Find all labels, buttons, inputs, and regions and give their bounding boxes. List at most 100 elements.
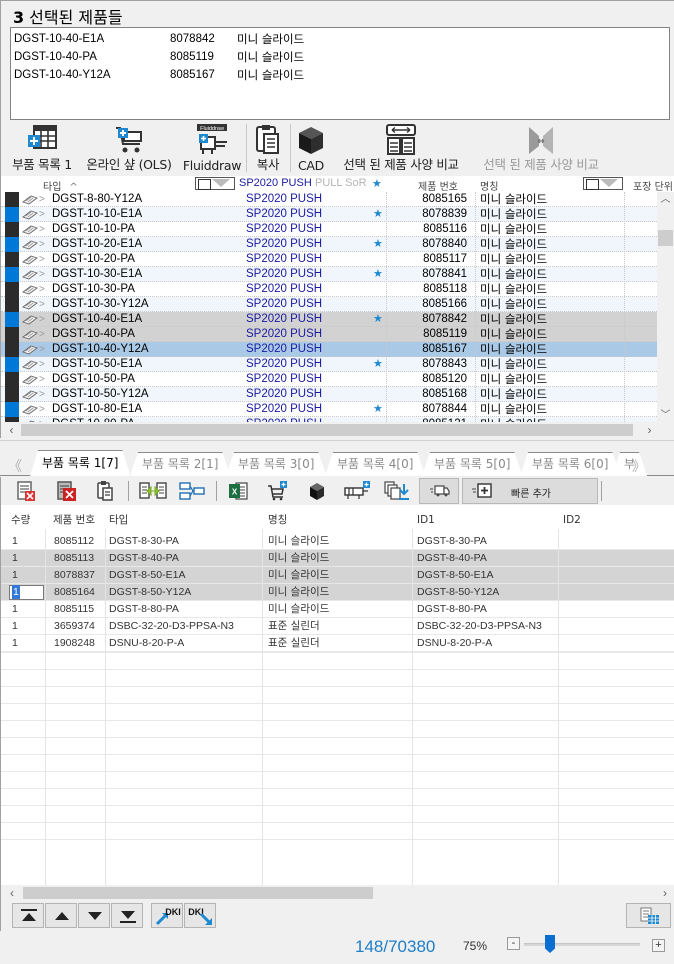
export-list-button[interactable] xyxy=(626,903,671,928)
expand-chevron-icon[interactable]: > xyxy=(39,372,45,387)
excel-export-icon[interactable]: X xyxy=(227,480,249,502)
expand-chevron-icon[interactable]: > xyxy=(39,267,45,282)
delete-all-icon[interactable] xyxy=(55,480,77,502)
parts-list-row[interactable]: 1 8085115 DGST-8-80-PA 미니 슬라이드 DGST-8-80-PA xyxy=(1,601,674,618)
product-row[interactable]: > DGST-10-20-PA SP2020 PUSH 8085117 미니 슬라이드 xyxy=(1,252,657,267)
zoom-slider-track[interactable] xyxy=(524,943,640,946)
scroll-left-icon[interactable]: ‹ xyxy=(3,422,20,438)
grid-horizontal-scrollbar[interactable]: ‹ › xyxy=(1,422,674,438)
tab-parts-list-6[interactable]: 부품 목록 6[0] xyxy=(520,452,620,476)
add-accessory-icon[interactable] xyxy=(344,480,372,502)
parts-list-row[interactable]: 1 3659374 DSBC-32-20-D3-PPSA-N3 표준 실린더 DSBC-… xyxy=(1,618,674,635)
import-list-icon[interactable] xyxy=(384,480,410,502)
parts-list-row[interactable]: 1 8085112 DGST-8-30-PA 미니 슬라이드 DGST-8-30-PA xyxy=(1,533,674,550)
online-shop-button[interactable]: 온라인 샾 (OLS) xyxy=(81,120,177,176)
expand-chevron-icon[interactable]: > xyxy=(39,312,45,327)
product-row[interactable]: > DGST-10-30-Y12A SP2020 PUSH 8085166 미니 슬라이… xyxy=(1,297,657,312)
tab-parts-list-3[interactable]: 부품 목록 3[0] xyxy=(226,452,326,476)
expand-chevron-icon[interactable]: > xyxy=(39,237,45,252)
expand-chevron-icon[interactable]: > xyxy=(39,342,45,357)
product-row[interactable]: > DGST-10-10-E1A SP2020 PUSH ★ 8078839 미니 슬라이… xyxy=(1,207,657,222)
expand-chevron-icon[interactable]: > xyxy=(39,297,45,312)
parts-list-qty[interactable]: 1 xyxy=(12,550,18,567)
column-header-id1[interactable]: ID1 xyxy=(417,508,435,532)
expand-chevron-icon[interactable]: > xyxy=(39,387,45,402)
column-header-part-no[interactable]: 제품 번호 xyxy=(418,178,458,193)
scroll-left-icon[interactable]: ‹ xyxy=(5,885,19,901)
column-header-type[interactable]: 타입 xyxy=(109,508,128,532)
column-header-part-no[interactable]: 제품 번호 xyxy=(53,508,95,532)
delete-row-icon[interactable] xyxy=(15,480,37,502)
compare-products-disabled-button[interactable]: 선택 된 제품 사양 비교 xyxy=(473,120,609,176)
product-row[interactable]: > DGST-10-10-PA SP2020 PUSH 8085116 미니 슬라이드 xyxy=(1,222,657,237)
column-header-name[interactable]: 명칭 xyxy=(480,178,498,193)
fluiddraw-button[interactable]: Fluiddraw Fluiddraw xyxy=(181,120,243,176)
zoom-out-button[interactable]: - xyxy=(507,937,520,950)
zoom-in-button[interactable]: + xyxy=(652,939,665,952)
scroll-thumb[interactable] xyxy=(23,887,373,899)
column-header-name[interactable]: 명칭 xyxy=(268,508,287,532)
grid-vertical-scrollbar[interactable]: ︿ ﹀ xyxy=(657,192,674,424)
scroll-thumb[interactable] xyxy=(21,424,633,436)
column-header-type[interactable]: 타입 ^ xyxy=(43,178,78,193)
expand-chevron-icon[interactable]: > xyxy=(39,192,45,207)
product-row[interactable]: > DGST-10-20-E1A SP2020 PUSH ★ 8078840 미니 슬라이… xyxy=(1,237,657,252)
paste-icon[interactable] xyxy=(94,480,116,502)
column-header-packaging[interactable]: 포장 단위 xyxy=(633,178,673,193)
product-row[interactable]: > DGST-10-40-Y12A SP2020 PUSH 8085167 미니 슬라이… xyxy=(1,342,657,357)
expand-collapse-icon[interactable] xyxy=(179,480,205,502)
selected-product-item[interactable]: DGST-10-40-Y12A 8085167 미니 슬라이드 xyxy=(11,66,669,84)
cad-cube-icon[interactable] xyxy=(306,480,328,502)
parts-list-qty[interactable]: 1 xyxy=(12,601,18,618)
quantity-input[interactable]: 1 xyxy=(9,585,44,600)
name-filter-toggle[interactable] xyxy=(583,177,623,190)
product-row[interactable]: > DGST-10-50-E1A SP2020 PUSH ★ 8078843 미니 슬라이… xyxy=(1,357,657,372)
expand-chevron-icon[interactable]: > xyxy=(39,252,45,267)
column-header-star-icon[interactable]: ★ xyxy=(372,177,382,190)
tab-scroll-right-icon[interactable]: 》 xyxy=(632,456,646,476)
product-row[interactable]: > DGST-10-30-PA SP2020 PUSH 8085118 미니 슬라이드 xyxy=(1,282,657,297)
parts-list-qty[interactable]: 1 xyxy=(12,635,18,652)
column-header-series-push[interactable]: SP2020 PUSH xyxy=(239,177,312,189)
column-header-id2[interactable]: ID2 xyxy=(563,508,581,532)
delivery-button[interactable] xyxy=(419,478,459,504)
product-row[interactable]: > DGST-10-30-E1A SP2020 PUSH ★ 8078841 미니 슬라이… xyxy=(1,267,657,282)
parts-list-row[interactable]: 1 8078837 DGST-8-50-E1A 미니 슬라이드 DGST-8-50-E1… xyxy=(1,567,674,584)
selected-product-item[interactable]: DGST-10-40-PA 8085119 미니 슬라이드 xyxy=(11,48,669,66)
compare-products-button[interactable]: 선택 된 제품 사양 비교 xyxy=(333,120,469,176)
parts-list-row[interactable]: 1 8085164 DGST-8-50-Y12A 미니 슬라이드 DGST-8-50-Y… xyxy=(1,584,674,601)
dki-export-button[interactable]: DKI xyxy=(184,903,216,928)
column-header-series-pull[interactable]: PULL SoR xyxy=(315,177,367,189)
scroll-thumb[interactable] xyxy=(658,230,673,246)
move-down-button[interactable] xyxy=(78,903,110,928)
parts-list-qty[interactable]: 1 xyxy=(12,618,18,635)
product-row[interactable]: > DGST-10-40-E1A SP2020 PUSH ★ 8078842 미니 슬라이… xyxy=(1,312,657,327)
parts-list-qty[interactable]: 1 xyxy=(12,567,18,584)
column-header-qty[interactable]: 수량 xyxy=(11,508,30,532)
expand-chevron-icon[interactable]: > xyxy=(39,357,45,372)
expand-chevron-icon[interactable]: > xyxy=(39,222,45,237)
add-to-cart-icon[interactable] xyxy=(266,480,288,502)
selected-product-item[interactable]: DGST-10-40-E1A 8078842 미니 슬라이드 xyxy=(11,30,669,48)
product-row[interactable]: > DGST-10-80-E1A SP2020 PUSH ★ 8078844 미니 슬라이… xyxy=(1,402,657,417)
tab-parts-list-5[interactable]: 부품 목록 5[0] xyxy=(422,452,522,476)
selected-products-list[interactable]: DGST-10-40-E1A 8078842 미니 슬라이드 DGST-10-40-P… xyxy=(10,27,670,120)
scroll-right-icon[interactable]: › xyxy=(658,885,672,901)
tab-parts-list-2[interactable]: 부품 목록 2[1] xyxy=(130,452,230,476)
tab-parts-list-1[interactable]: 부품 목록 1[7] xyxy=(30,450,130,476)
tab-scroll-left-icon[interactable]: 《 xyxy=(8,456,22,476)
product-row[interactable]: > DGST-10-50-Y12A SP2020 PUSH 8085168 미니 슬라이… xyxy=(1,387,657,402)
quick-add-button[interactable]: 빠른 추가 xyxy=(462,478,598,504)
move-up-button[interactable] xyxy=(45,903,77,928)
dki-import-button[interactable]: DKI xyxy=(151,903,183,928)
expand-chevron-icon[interactable]: > xyxy=(39,207,45,222)
series-filter-toggle[interactable] xyxy=(195,177,235,190)
scroll-right-icon[interactable]: › xyxy=(641,422,658,438)
expand-chevron-icon[interactable]: > xyxy=(39,402,45,417)
product-row[interactable]: > DGST-10-40-PA SP2020 PUSH 8085119 미니 슬라이드 xyxy=(1,327,657,342)
copy-button[interactable]: 복사 xyxy=(249,120,287,176)
cad-button[interactable]: CAD xyxy=(293,120,329,176)
tab-parts-list-4[interactable]: 부품 목록 4[0] xyxy=(325,452,425,476)
parts-list-row[interactable]: 1 1908248 DSNU-8-20-P-A 표준 실린더 DSNU-8-20-P-A xyxy=(1,635,674,652)
expand-chevron-icon[interactable]: > xyxy=(39,282,45,297)
